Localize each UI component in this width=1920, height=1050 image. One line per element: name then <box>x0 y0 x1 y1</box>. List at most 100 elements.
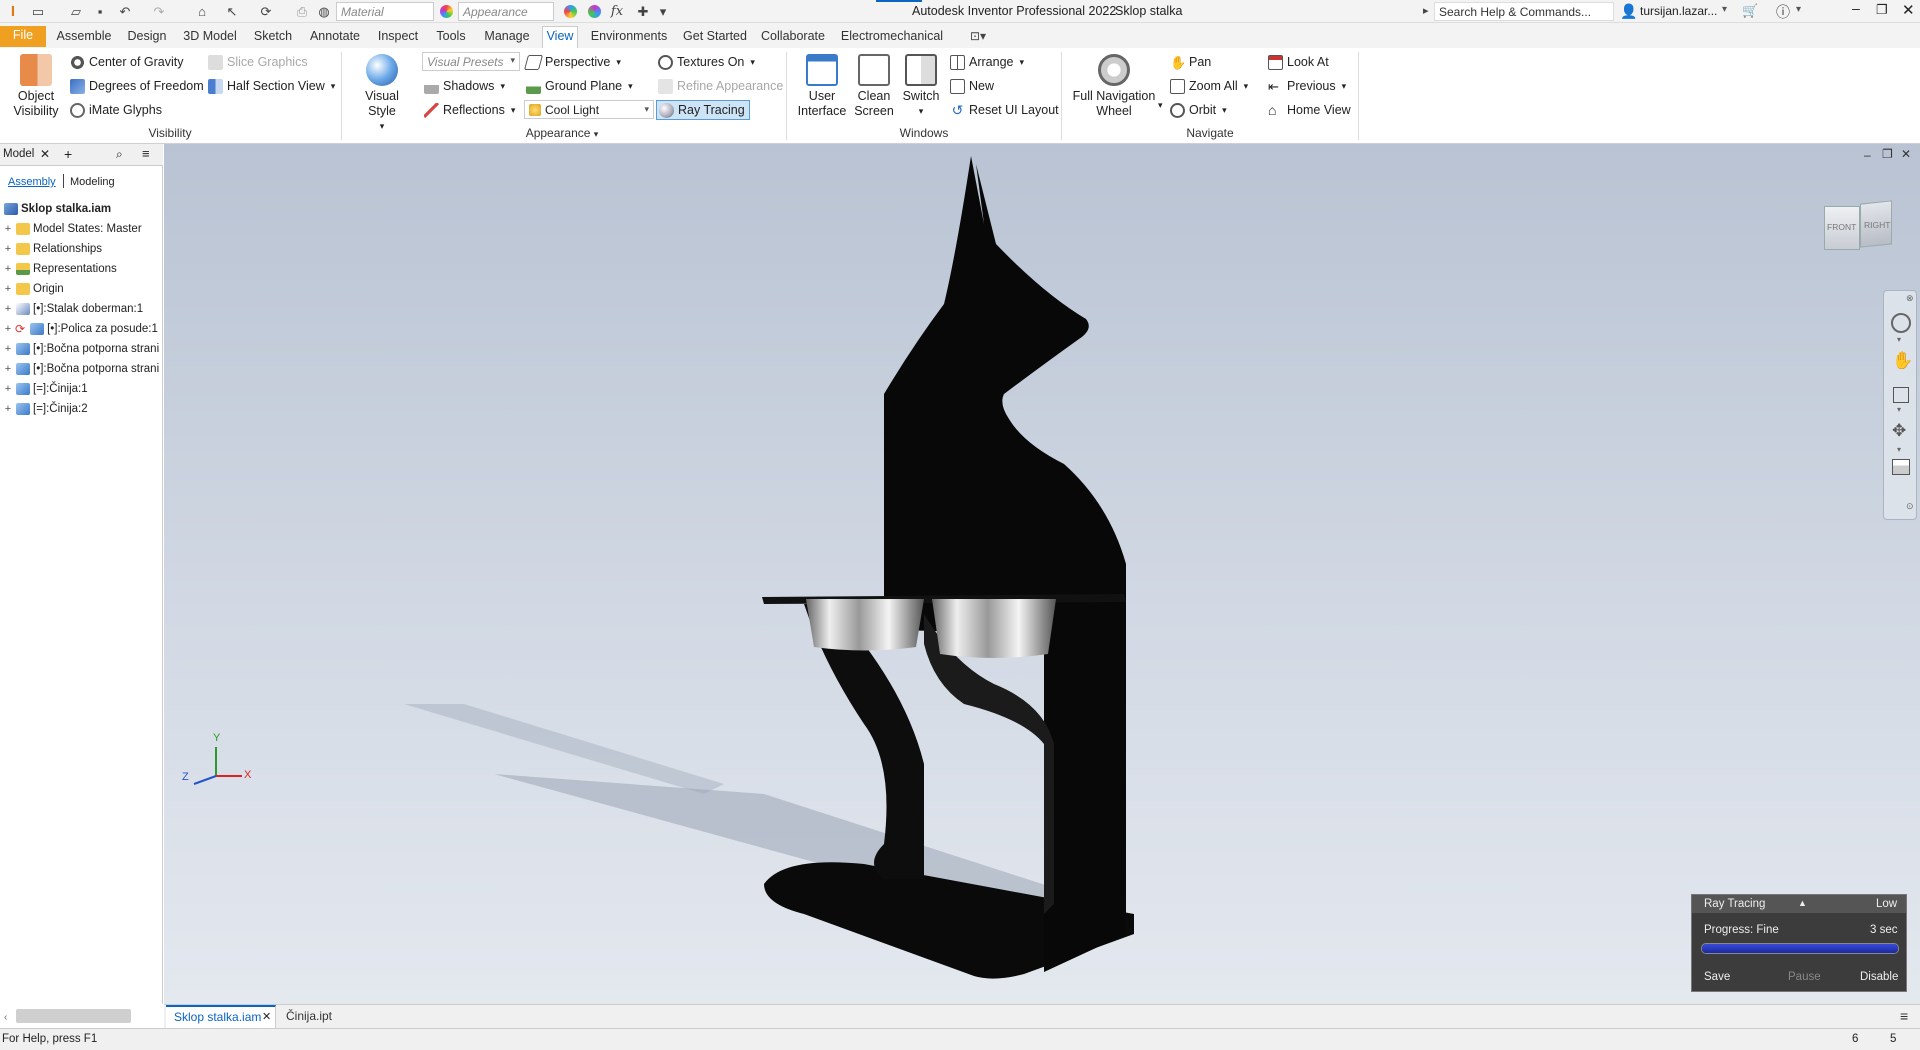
save-icon[interactable]: ▪ <box>92 3 108 20</box>
search-expand-icon[interactable]: ▸ <box>1423 4 1429 17</box>
clear-appearance-icon[interactable] <box>586 3 602 20</box>
tab-assemble[interactable]: Assemble <box>52 27 116 47</box>
rt-pause-button[interactable]: Pause <box>1788 971 1821 983</box>
arrange-button[interactable]: Arrange ▾ <box>950 52 1024 72</box>
doc-tab-sklop[interactable]: Sklop stalka.iam ✕ <box>166 1005 276 1028</box>
customize-dropdown-icon[interactable]: ▾ <box>656 3 670 20</box>
navbar-customize-icon[interactable]: ⊙ <box>1906 501 1914 512</box>
tab-environments[interactable]: Environments <box>586 27 672 47</box>
inventor-logo-icon[interactable]: I <box>6 3 20 20</box>
search-help-input[interactable]: Search Help & Commands... <box>1434 2 1614 21</box>
tree-item-model-states[interactable]: + Model States: Master <box>0 220 163 238</box>
new-file-icon[interactable]: ▭ <box>30 3 46 20</box>
look-at-button[interactable]: Look At <box>1268 52 1329 72</box>
clean-screen-button[interactable]: Clean Screen <box>852 54 896 119</box>
open-folder-icon[interactable]: ▱ <box>68 3 84 20</box>
nav-wheel-dropdown-icon[interactable]: ▾ <box>1158 100 1163 111</box>
restore-icon[interactable]: ❐ <box>1876 2 1888 18</box>
object-visibility-button[interactable]: Object Visibility <box>8 54 64 119</box>
tab-sketch[interactable]: Sketch <box>248 27 298 47</box>
viewcube[interactable]: FRONT RIGHT <box>1824 200 1894 256</box>
browser-horizontal-scrollbar[interactable] <box>16 1009 131 1023</box>
tree-item-representations[interactable]: + Representations <box>0 260 163 278</box>
appearance-combo[interactable]: Appearance <box>458 2 554 21</box>
ground-plane-button[interactable]: Ground Plane ▾ <box>526 76 633 96</box>
expand-icon[interactable]: + <box>3 383 13 395</box>
center-of-gravity-button[interactable]: Center of Gravity <box>70 52 183 72</box>
zoom-all-button[interactable]: Zoom All ▾ <box>1170 76 1248 96</box>
navbar-zoom-dropdown-icon[interactable]: ▾ <box>1897 405 1901 414</box>
expand-icon[interactable]: + <box>3 263 13 275</box>
tab-get-started[interactable]: Get Started <box>680 27 750 47</box>
browser-tab-model[interactable]: Model <box>3 148 34 160</box>
adjust-appearance-icon[interactable] <box>562 3 578 20</box>
reset-ui-layout-button[interactable]: ↺ Reset UI Layout <box>950 100 1059 120</box>
material-ball-icon[interactable]: ◍ <box>316 3 332 20</box>
half-section-view-button[interactable]: Half Section View ▾ <box>208 76 335 96</box>
reflections-button[interactable]: Reflections ▾ <box>424 100 515 120</box>
tab-view[interactable]: View <box>542 26 578 48</box>
expand-icon[interactable]: + <box>3 283 13 295</box>
redo-icon[interactable]: ↷ <box>150 3 168 20</box>
doc-tab-close-icon[interactable]: ✕ <box>262 1010 271 1023</box>
tree-item-polica-za-posude[interactable]: + ⟳ [•]:Polica za posude:1 <box>0 320 163 338</box>
imate-glyphs-button[interactable]: iMate Glyphs <box>70 100 162 120</box>
tab-electromechanical[interactable]: Electromechanical <box>836 27 948 47</box>
cart-icon[interactable]: 🛒 <box>1742 3 1758 19</box>
expand-icon[interactable]: + <box>3 303 13 315</box>
undo-icon[interactable]: ↶ <box>116 3 134 20</box>
tree-item-bocna-1[interactable]: + [•]:Bočna potporna strani <box>0 340 163 358</box>
navbar-orbit-dropdown-icon[interactable]: ▾ <box>1897 445 1901 454</box>
tab-3d-model[interactable]: 3D Model <box>178 27 242 47</box>
rt-disable-button[interactable]: Disable <box>1860 971 1898 983</box>
appearance-ball-icon[interactable] <box>438 3 454 20</box>
expand-icon[interactable]: + <box>3 403 13 415</box>
minimize-icon[interactable]: – <box>1852 0 1860 16</box>
ray-tracing-button[interactable]: Ray Tracing <box>656 100 750 120</box>
scroll-left-icon[interactable]: ‹ <box>4 1012 7 1023</box>
refine-appearance-button[interactable]: Refine Appearance <box>658 76 783 96</box>
help-dropdown-icon[interactable]: ▾ <box>1796 4 1801 15</box>
rt-collapse-icon[interactable]: ▲ <box>1798 898 1807 908</box>
navbar-pan-icon[interactable]: ✋ <box>1892 351 1913 371</box>
ribbon-options-icon[interactable]: ⊡▾ <box>970 29 986 43</box>
tab-tools[interactable]: Tools <box>430 27 472 47</box>
help-icon[interactable]: ⓘ <box>1776 2 1790 22</box>
update-icon[interactable]: ⟳ <box>258 3 274 20</box>
full-navigation-wheel-button[interactable]: Full Navigation Wheel <box>1068 54 1160 119</box>
material-combo[interactable]: Material <box>336 2 434 21</box>
doc-tabs-menu-icon[interactable]: ≡ <box>1900 1008 1908 1024</box>
user-dropdown-icon[interactable]: ▾ <box>1722 4 1727 15</box>
tree-item-relationships[interactable]: + Relationships <box>0 240 163 258</box>
print-icon[interactable]: ⎙ <box>294 3 310 20</box>
expand-icon[interactable]: + <box>3 323 13 335</box>
navbar-zoom-icon[interactable] <box>1893 387 1909 403</box>
rt-quality[interactable]: Low <box>1876 898 1897 910</box>
tree-item-origin[interactable]: + Origin <box>0 280 163 298</box>
shadows-button[interactable]: Shadows ▾ <box>424 76 505 96</box>
perspective-button[interactable]: Perspective ▾ <box>523 52 621 72</box>
expand-icon[interactable]: + <box>3 223 13 235</box>
tab-collaborate[interactable]: Collaborate <box>756 27 830 47</box>
assembly-mode-tab[interactable]: Assembly <box>8 176 56 188</box>
expand-icon[interactable]: + <box>3 243 13 255</box>
user-interface-button[interactable]: User Interface <box>794 54 850 119</box>
degrees-of-freedom-button[interactable]: Degrees of Freedom <box>70 76 204 96</box>
home-view-button[interactable]: ⌂ Home View <box>1268 100 1351 120</box>
tab-annotate[interactable]: Annotate <box>304 27 366 47</box>
browser-root-node[interactable]: Sklop stalka.iam <box>0 200 163 218</box>
navbar-look-at-icon[interactable] <box>1892 459 1910 475</box>
browser-add-icon[interactable]: + <box>64 146 72 162</box>
rt-save-button[interactable]: Save <box>1704 971 1730 983</box>
lighting-style-combo[interactable]: Cool Light ▾ <box>524 100 654 119</box>
select-icon[interactable]: ↖ <box>224 3 240 20</box>
slice-graphics-button[interactable]: Slice Graphics <box>208 52 308 72</box>
orbit-button[interactable]: Orbit ▾ <box>1170 100 1227 120</box>
tree-item-stalak-doberman[interactable]: + [•]:Stalak doberman:1 <box>0 300 163 318</box>
navbar-wheel-dropdown-icon[interactable]: ▾ <box>1897 335 1901 344</box>
visual-presets-combo[interactable]: Visual Presets ▾ <box>422 52 520 71</box>
appearance-group-label[interactable]: Appearance ▾ <box>342 126 782 140</box>
navbar-close-icon[interactable]: ⊗ <box>1906 293 1914 304</box>
tree-item-cinija-1[interactable]: + [=]:Činija:1 <box>0 380 163 398</box>
tab-file[interactable]: File <box>0 26 46 47</box>
